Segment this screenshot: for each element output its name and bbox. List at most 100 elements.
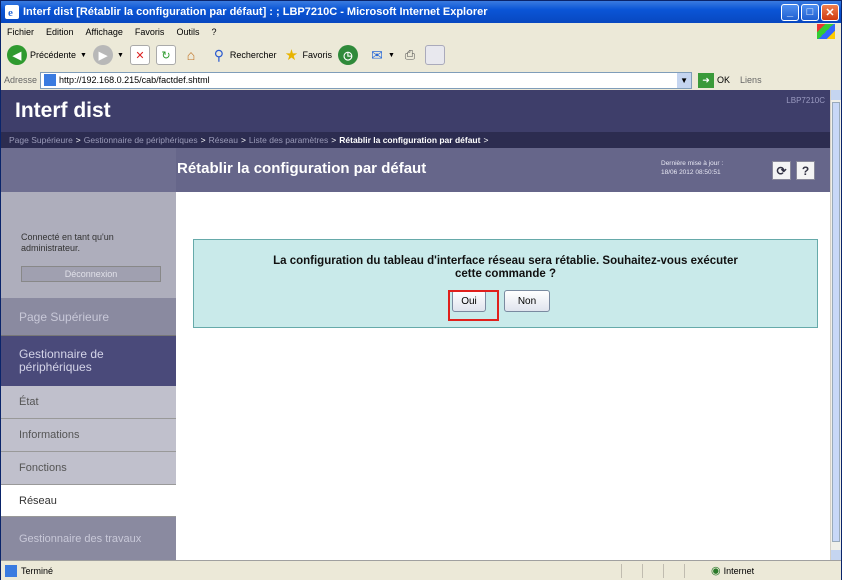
scroll-up-icon[interactable] bbox=[831, 90, 841, 100]
back-label: Précédente bbox=[30, 50, 77, 60]
minimize-button[interactable]: _ bbox=[781, 3, 799, 21]
breadcrumb-device-manager[interactable]: Gestionnaire de périphériques bbox=[84, 135, 198, 145]
breadcrumb-top-page[interactable]: Page Supérieure bbox=[9, 135, 73, 145]
sidebar-header bbox=[1, 148, 176, 192]
status-bar: Terminé ◉ Internet bbox=[1, 560, 841, 580]
last-update: Dernière mise à jour : 18/06 2012 08:50:… bbox=[661, 159, 723, 177]
page-title: Rétablir la configuration par défaut bbox=[177, 160, 427, 177]
home-icon: ⌂ bbox=[186, 47, 196, 63]
print-button[interactable]: ⎙ bbox=[401, 46, 419, 64]
maximize-button[interactable]: □ bbox=[801, 3, 819, 21]
stop-button[interactable]: ✕ bbox=[129, 45, 150, 65]
print-icon: ⎙ bbox=[404, 47, 416, 62]
windows-logo-icon bbox=[817, 24, 835, 39]
mail-icon: ✉ bbox=[371, 46, 383, 63]
toolbar: ◀ Précédente ▼ ▶ ▼ ✕ ↻ ⌂ ⚲ Rechercher ★ … bbox=[1, 40, 841, 71]
breadcrumb: Page Supérieure > Gestionnaire de périphé… bbox=[1, 132, 831, 148]
highlight-box bbox=[448, 290, 499, 321]
confirm-message-line2: cette commande ? bbox=[455, 268, 556, 280]
sidebar-item-status[interactable]: État bbox=[1, 386, 176, 419]
history-icon: ◷ bbox=[337, 45, 358, 65]
search-label: Rechercher bbox=[229, 50, 277, 60]
menu-view[interactable]: Affichage bbox=[86, 27, 123, 37]
go-button[interactable]: ➜ OK bbox=[698, 72, 731, 88]
stop-icon: ✕ bbox=[129, 45, 150, 65]
star-icon: ★ bbox=[284, 47, 299, 64]
address-label: Adresse bbox=[4, 75, 38, 85]
address-dropdown-icon[interactable]: ▼ bbox=[677, 72, 692, 88]
refresh-button[interactable]: ↻ bbox=[155, 45, 176, 65]
svg-text:e: e bbox=[8, 7, 13, 19]
breadcrumb-current: Rétablir la configuration par défaut bbox=[339, 135, 481, 145]
sidebar: Connecté en tant qu'un administrateur. D… bbox=[1, 192, 176, 560]
sidebar-item-network[interactable]: Réseau bbox=[1, 485, 176, 517]
page-content: Interf dist LBP7210C Page Supérieure > Ge… bbox=[1, 90, 831, 560]
sidebar-item-job-manager[interactable]: Gestionnaire des travaux bbox=[1, 517, 176, 560]
logout-button[interactable]: Déconnexion bbox=[21, 266, 161, 282]
confirm-message-line1: La configuration du tableau d'interface … bbox=[273, 255, 738, 267]
sidebar-item-information[interactable]: Informations bbox=[1, 419, 176, 452]
sidebar-item-device-manager[interactable]: Gestionnaire de périphériques bbox=[1, 336, 176, 386]
forward-button[interactable]: ▶ ▼ bbox=[92, 45, 124, 65]
breadcrumb-network[interactable]: Réseau bbox=[209, 135, 238, 145]
confirm-dialog: La configuration du tableau d'interface … bbox=[193, 239, 818, 328]
internet-zone-icon: ◉ bbox=[711, 565, 721, 577]
sidebar-item-top-page[interactable]: Page Supérieure bbox=[1, 298, 176, 336]
favorites-label: Favoris bbox=[302, 50, 332, 60]
refresh-icon: ↻ bbox=[155, 45, 176, 65]
page-header: Interf dist LBP7210C bbox=[1, 90, 831, 132]
menu-tools[interactable]: Outils bbox=[176, 27, 199, 37]
menu-favorites[interactable]: Favoris bbox=[135, 27, 165, 37]
mail-dropdown-icon: ▼ bbox=[387, 51, 395, 59]
breadcrumb-settings-list[interactable]: Liste des paramètres bbox=[249, 135, 328, 145]
last-update-label: Dernière mise à jour : bbox=[661, 160, 724, 167]
address-url: http://192.168.0.215/cab/factdef.shtml bbox=[59, 75, 210, 85]
menu-edit[interactable]: Edition bbox=[46, 27, 74, 37]
forward-arrow-icon: ▶ bbox=[92, 45, 113, 65]
mail-button[interactable]: ✉ ▼ bbox=[368, 46, 395, 64]
vertical-scrollbar[interactable] bbox=[830, 90, 841, 560]
menu-file[interactable]: Fichier bbox=[7, 27, 34, 37]
help-button[interactable]: ? bbox=[796, 161, 815, 180]
logo: Interf dist bbox=[15, 99, 111, 122]
status-page-icon bbox=[5, 564, 17, 577]
status-text: Terminé bbox=[21, 565, 54, 576]
page-title-bar: Rétablir la configuration par défaut Der… bbox=[1, 148, 831, 192]
close-button[interactable]: ✕ bbox=[821, 3, 839, 21]
ie-icon: e bbox=[5, 5, 19, 19]
search-button[interactable]: ⚲ Rechercher bbox=[210, 46, 277, 64]
confirm-message: La configuration du tableau d'interface … bbox=[194, 255, 817, 281]
home-button[interactable]: ⌂ bbox=[182, 46, 200, 64]
back-dropdown-icon: ▼ bbox=[80, 51, 87, 59]
back-button[interactable]: ◀ Précédente ▼ bbox=[7, 45, 87, 65]
browser-window: e Interf dist [Rétablir la configuration… bbox=[0, 0, 842, 580]
edit-icon bbox=[424, 45, 445, 65]
scroll-down-icon[interactable] bbox=[831, 550, 841, 560]
zone-label: Internet bbox=[723, 565, 755, 576]
login-panel: Connecté en tant qu'un administrateur. D… bbox=[1, 192, 176, 298]
help-icon: ? bbox=[801, 163, 810, 178]
go-arrow-icon: ➜ bbox=[698, 72, 715, 88]
scroll-thumb[interactable] bbox=[832, 102, 840, 542]
address-input[interactable]: http://192.168.0.215/cab/factdef.shtml ▼ bbox=[40, 71, 693, 89]
menu-help[interactable]: ? bbox=[211, 27, 216, 37]
page-icon bbox=[44, 74, 57, 86]
edit-button[interactable] bbox=[424, 45, 445, 65]
history-button[interactable]: ◷ bbox=[337, 45, 358, 65]
links-label[interactable]: Liens bbox=[740, 75, 762, 85]
search-icon: ⚲ bbox=[213, 46, 225, 63]
address-bar: Adresse http://192.168.0.215/cab/factdef… bbox=[1, 70, 841, 91]
model-name: LBP7210C bbox=[786, 96, 825, 105]
go-label: OK bbox=[717, 75, 731, 85]
menu-bar: Fichier Edition Affichage Favoris Outils… bbox=[1, 23, 841, 41]
favorites-button[interactable]: ★ Favoris bbox=[282, 46, 332, 64]
login-status: Connecté en tant qu'un administrateur. bbox=[21, 232, 114, 253]
refresh-page-icon: ⟳ bbox=[776, 163, 787, 178]
last-update-value: 18/06 2012 08:50:51 bbox=[661, 169, 721, 176]
refresh-page-button[interactable]: ⟳ bbox=[772, 161, 791, 180]
no-button[interactable]: Non bbox=[504, 290, 550, 312]
window-title: Interf dist [Rétablir la configuration p… bbox=[23, 6, 488, 18]
sidebar-item-functions[interactable]: Fonctions bbox=[1, 452, 176, 485]
forward-dropdown-icon: ▼ bbox=[116, 51, 124, 59]
back-arrow-icon: ◀ bbox=[7, 45, 27, 65]
